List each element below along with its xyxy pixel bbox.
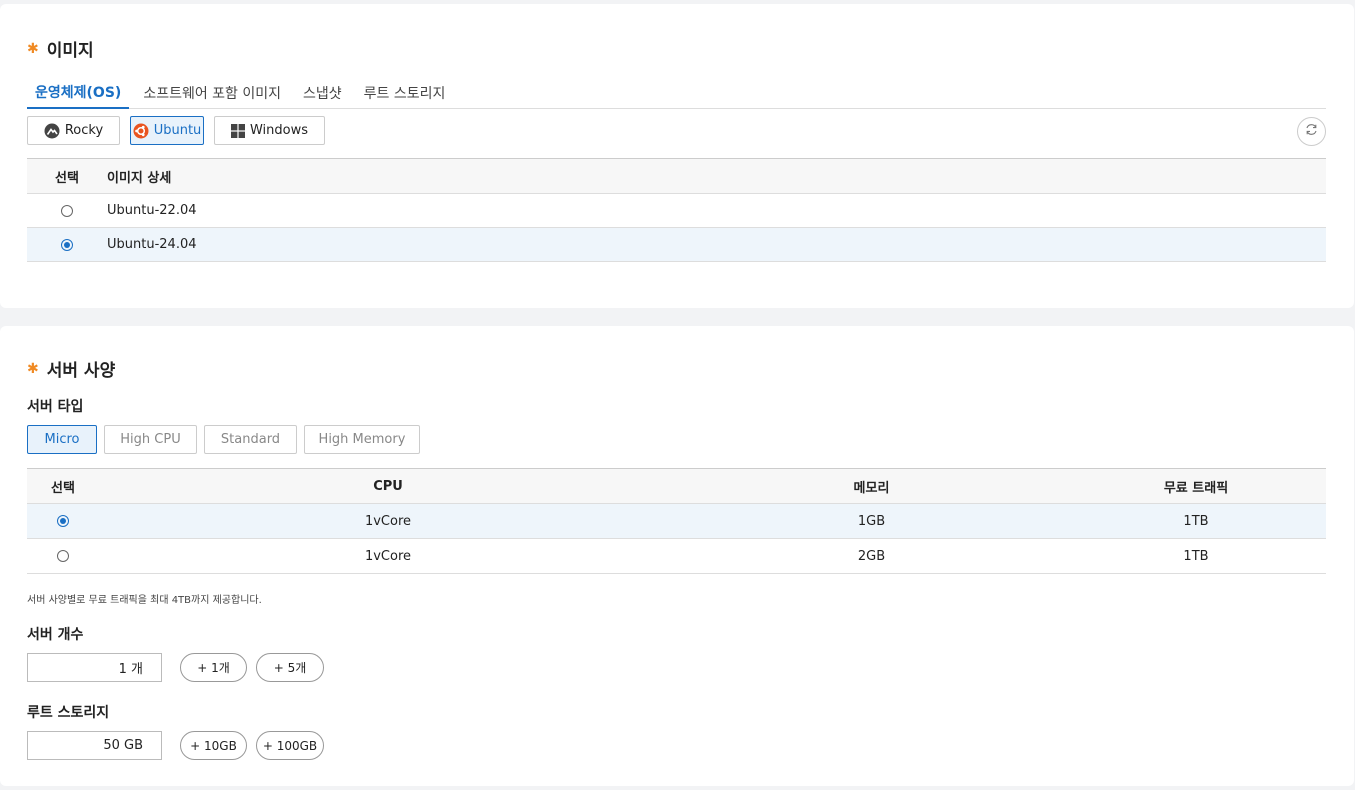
spec-table: 선택 CPU 메모리 무료 트래픽 1vCore 1GB 1TB 1vCore …: [27, 468, 1326, 574]
traffic-cell: 1TB: [1066, 503, 1326, 539]
table-row[interactable]: 1vCore 2GB 1TB: [27, 538, 1326, 574]
type-button-high-cpu[interactable]: High CPU: [104, 425, 197, 454]
image-section: ✱ 이미지 운영체제(OS) 소프트웨어 포함 이미지 스냅샷 루트 스토리지 …: [0, 4, 1354, 308]
type-button-micro[interactable]: Micro: [27, 425, 97, 454]
spec-section-title: ✱ 서버 사양: [27, 360, 116, 382]
image-section-title: ✱ 이미지: [27, 40, 94, 62]
tab-snapshot[interactable]: 스냅샷: [295, 76, 350, 109]
server-type-label: 서버 타입: [27, 399, 84, 415]
os-button-windows[interactable]: Windows: [214, 116, 325, 145]
add-1-server-button[interactable]: + 1개: [180, 653, 247, 682]
server-count-label: 서버 개수: [27, 627, 84, 643]
traffic-cell: 1TB: [1066, 538, 1326, 574]
type-button-standard[interactable]: Standard: [204, 425, 297, 454]
image-name-cell: Ubuntu-22.04: [107, 193, 1326, 228]
table-header-row: 선택 이미지 상세: [27, 158, 1326, 194]
table-row[interactable]: Ubuntu-24.04: [27, 227, 1326, 262]
required-star-icon: ✱: [27, 40, 39, 57]
column-header-cpu: CPU: [99, 468, 677, 504]
image-radio-ubuntu-22[interactable]: [61, 204, 73, 217]
table-row[interactable]: Ubuntu-22.04: [27, 193, 1326, 228]
select-cell: [27, 227, 107, 262]
table-header-row: 선택 CPU 메모리 무료 트래픽: [27, 468, 1326, 504]
root-storage-label: 루트 스토리지: [27, 705, 110, 721]
image-tabs: 운영체제(OS) 소프트웨어 포함 이미지 스냅샷 루트 스토리지: [27, 76, 1326, 109]
server-type-group: Micro High CPU Standard High Memory: [27, 425, 427, 454]
column-header-select: 선택: [27, 158, 107, 194]
ubuntu-icon: [133, 123, 149, 139]
root-storage-input[interactable]: 50 GB: [27, 731, 162, 760]
image-table: 선택 이미지 상세 Ubuntu-22.04 Ubuntu-24.04: [27, 158, 1326, 262]
select-cell: [27, 193, 107, 228]
refresh-button[interactable]: [1297, 117, 1326, 146]
table-row[interactable]: 1vCore 1GB 1TB: [27, 503, 1326, 539]
cpu-cell: 1vCore: [99, 503, 677, 539]
column-header-select: 선택: [27, 468, 99, 504]
refresh-icon: [1305, 123, 1318, 140]
column-header-image-detail: 이미지 상세: [107, 158, 1326, 194]
column-header-traffic: 무료 트래픽: [1066, 468, 1326, 504]
server-spec-section: ✱ 서버 사양 서버 타입 Micro High CPU Standard Hi…: [0, 326, 1354, 786]
type-button-high-memory[interactable]: High Memory: [304, 425, 420, 454]
tab-root-storage[interactable]: 루트 스토리지: [356, 76, 454, 109]
os-button-group: Rocky Ubuntu Windows: [27, 116, 335, 145]
required-star-icon: ✱: [27, 360, 39, 377]
add-100gb-button[interactable]: + 100GB: [256, 731, 324, 760]
select-cell: [27, 538, 99, 574]
add-5-servers-button[interactable]: + 5개: [256, 653, 324, 682]
memory-cell: 2GB: [677, 538, 1066, 574]
server-count-input[interactable]: 1 개: [27, 653, 162, 682]
add-10gb-button[interactable]: + 10GB: [180, 731, 247, 760]
spec-radio-1gb[interactable]: [57, 515, 69, 527]
column-header-memory: 메모리: [677, 468, 1066, 504]
tab-software-image[interactable]: 소프트웨어 포함 이미지: [135, 76, 289, 109]
cpu-cell: 1vCore: [99, 538, 677, 574]
rocky-icon: [44, 123, 60, 139]
image-name-cell: Ubuntu-24.04: [107, 227, 1326, 262]
windows-icon: [230, 123, 245, 138]
traffic-note: 서버 사양별로 무료 트래픽을 최대 4TB까지 제공합니다.: [27, 595, 262, 606]
os-button-rocky[interactable]: Rocky: [27, 116, 120, 145]
select-cell: [27, 503, 99, 539]
spec-radio-2gb[interactable]: [57, 550, 69, 562]
image-radio-ubuntu-24[interactable]: [61, 238, 73, 251]
tab-os[interactable]: 운영체제(OS): [27, 76, 130, 109]
os-button-ubuntu[interactable]: Ubuntu: [130, 116, 204, 145]
memory-cell: 1GB: [677, 503, 1066, 539]
